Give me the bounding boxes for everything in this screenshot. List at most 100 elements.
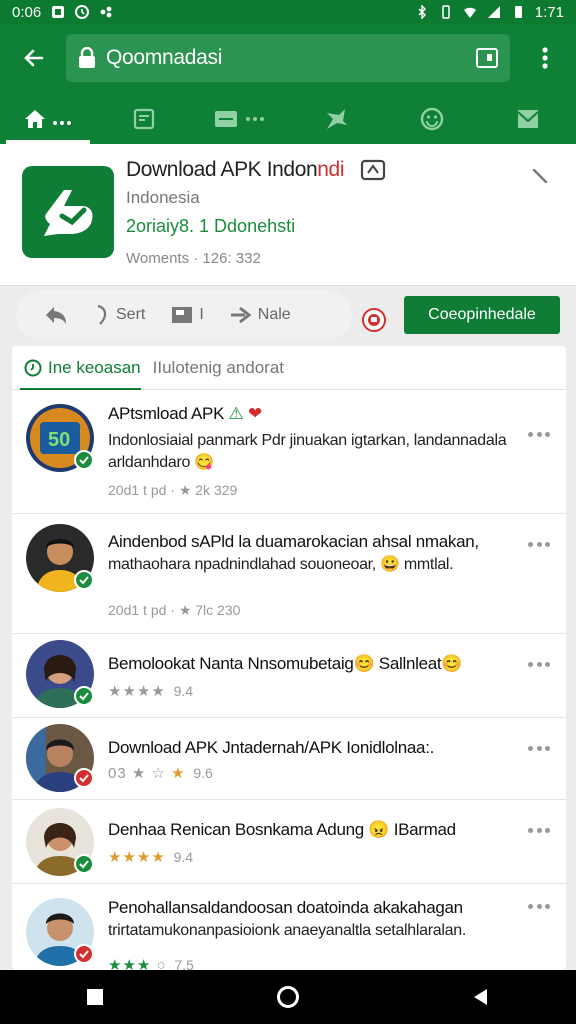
app-logo xyxy=(22,166,114,258)
item-rating: ★★★★ 9.4 xyxy=(108,849,194,866)
arrow-left-icon xyxy=(24,49,44,67)
message-icon xyxy=(215,111,264,127)
signal-icon xyxy=(487,6,500,18)
tab-home[interactable] xyxy=(0,94,96,144)
collapse-icon[interactable] xyxy=(530,166,550,186)
list-item[interactable]: 50 APtsmload APK ⚠ ❤ Indonlosiaial panma… xyxy=(12,390,566,514)
item-text: mathaohara npadnindlahad souoneoar, 😀 mm… xyxy=(108,556,454,573)
tab-apps[interactable] xyxy=(288,94,384,144)
url-text: Qoomnadasi xyxy=(106,46,223,69)
more-options-button[interactable] xyxy=(528,432,550,438)
more-options-button[interactable] xyxy=(528,828,550,834)
app-subtitle: Indonesia xyxy=(126,188,200,207)
download-button[interactable]: Coeopinhedale xyxy=(404,296,560,334)
tab-inbox[interactable] xyxy=(480,94,576,144)
nav-tabs xyxy=(0,94,576,144)
verified-badge xyxy=(74,570,94,590)
verified-badge xyxy=(74,686,94,706)
item-text: trirtatamukonanpasioionk anaeyanaltla se… xyxy=(108,922,466,939)
check-icon xyxy=(79,576,89,585)
reply-action[interactable] xyxy=(44,305,68,325)
smile-icon xyxy=(420,107,444,131)
list-item[interactable]: Denhaa Renican Bosnkama Adung 😠 IBarmad … xyxy=(12,800,566,884)
alert-badge xyxy=(74,768,94,788)
timer-icon xyxy=(75,5,90,19)
sort-action[interactable]: Sert xyxy=(94,304,145,326)
notification-button[interactable] xyxy=(362,308,386,332)
more-options-button[interactable] xyxy=(528,746,550,752)
item-rating: 03 ★ ☆ ★ 9.6 xyxy=(108,765,213,782)
check-icon xyxy=(79,950,89,959)
badge-icon xyxy=(360,159,386,181)
list-item[interactable]: Aindenbod sAPld la duamarokacian ahsal n… xyxy=(12,514,566,634)
wifi-icon xyxy=(463,7,476,18)
item-rating: ★★★★ 9.4 xyxy=(108,683,194,700)
circle-home-icon[interactable] xyxy=(276,985,300,1009)
more-options-button[interactable] xyxy=(528,662,550,668)
app-title: Download APK Indonndi xyxy=(126,158,345,181)
list-item[interactable]: Penohallansaldandoosan doatoinda akakaha… xyxy=(12,884,566,970)
flag-action[interactable]: I xyxy=(171,306,204,324)
tab-messages[interactable] xyxy=(192,94,288,144)
alert-icon xyxy=(368,314,380,326)
app-icon xyxy=(100,6,112,18)
more-options-button[interactable] xyxy=(528,542,550,548)
home-icon xyxy=(25,110,71,128)
system-nav-bar xyxy=(0,970,576,1024)
share-action[interactable]: Nale xyxy=(230,306,291,324)
vibrate-icon xyxy=(442,5,450,19)
item-title: Penohallansaldandoosan doatoinda akakaha… xyxy=(108,898,463,917)
star-rating: 03 ★ ☆ ★ xyxy=(108,765,186,782)
comments-panel: Ine keoasan IIulotenig andorat 50 APtsml… xyxy=(12,346,566,970)
check-icon xyxy=(79,456,89,465)
url-bar[interactable]: Qoomnadasi xyxy=(66,34,510,82)
action-pill: Sert I Nale xyxy=(16,290,352,340)
item-meta: 20d1 t pd · ★ 7lc 230 xyxy=(108,602,241,618)
notification-icon xyxy=(52,6,65,18)
app-stats: 2oriaiy8. ​1 Ddonehsti xyxy=(126,216,296,236)
check-icon xyxy=(79,692,89,701)
app-header-card: Download APK Indonndi Indonesia 2oriaiy8… xyxy=(0,144,576,286)
back-button[interactable] xyxy=(16,40,52,76)
more-options-button[interactable] xyxy=(528,904,550,910)
overflow-menu-button[interactable] xyxy=(530,42,560,74)
status-time: 0:06 xyxy=(12,3,42,21)
verified-badge xyxy=(74,854,94,874)
item-title: Aindenbod sAPld la duamarokacian ahsal n… xyxy=(108,532,479,551)
more-vert-icon xyxy=(542,47,548,69)
tab-popular[interactable]: IIulotenig andorat xyxy=(141,346,284,390)
item-title: APtsmload APK ⚠ ❤ xyxy=(108,404,262,423)
lock-icon xyxy=(79,47,95,68)
battery-icon xyxy=(514,6,522,18)
inbox-icon xyxy=(517,110,539,128)
app-meta: Woments · 126: 332 xyxy=(126,250,261,267)
tab-emoji[interactable] xyxy=(384,94,480,144)
item-title: Denhaa Renican Bosnkama Adung 😠 IBarmad xyxy=(108,820,456,839)
browser-toolbar: Qoomnadasi xyxy=(0,24,576,144)
status-clock: 1:71 xyxy=(534,3,564,21)
flag-icon xyxy=(172,307,193,323)
square-icon[interactable] xyxy=(85,987,105,1007)
list-item[interactable]: Download APK Jntadernah/APK Ionidlolnaa:… xyxy=(12,718,566,800)
item-text: Indonlosiaial panmark Pdr jinuakan igtar… xyxy=(108,432,507,471)
arrow-right-icon xyxy=(230,306,252,324)
list-item[interactable]: Bemolookat Nanta Nnsomubetaig😊 Sallnleat… xyxy=(12,634,566,718)
clock-icon xyxy=(24,359,42,376)
star-rating: ★★★ ○ xyxy=(108,957,167,970)
item-title: Download APK Jntadernah/APK Ionidlolnaa:… xyxy=(108,738,435,757)
undo-icon xyxy=(97,304,107,325)
newspaper-icon xyxy=(133,108,155,130)
download-logo-icon xyxy=(44,190,93,236)
reply-icon xyxy=(46,307,66,324)
verified-badge xyxy=(74,450,94,470)
tab-latest[interactable]: Ine keoasan xyxy=(12,346,141,391)
bluetooth-icon xyxy=(418,5,426,19)
status-bar: 0:06 1:71 xyxy=(0,0,576,24)
comment-tabs: Ine keoasan IIulotenig andorat xyxy=(12,346,566,391)
check-icon xyxy=(79,860,89,869)
item-rating: ★★★ ○ 7.5 xyxy=(108,956,194,970)
tabs-icon[interactable] xyxy=(476,48,498,68)
triangle-back-icon[interactable] xyxy=(471,987,491,1007)
svg-text:50: 50 xyxy=(48,429,70,451)
tab-news[interactable] xyxy=(96,94,192,144)
